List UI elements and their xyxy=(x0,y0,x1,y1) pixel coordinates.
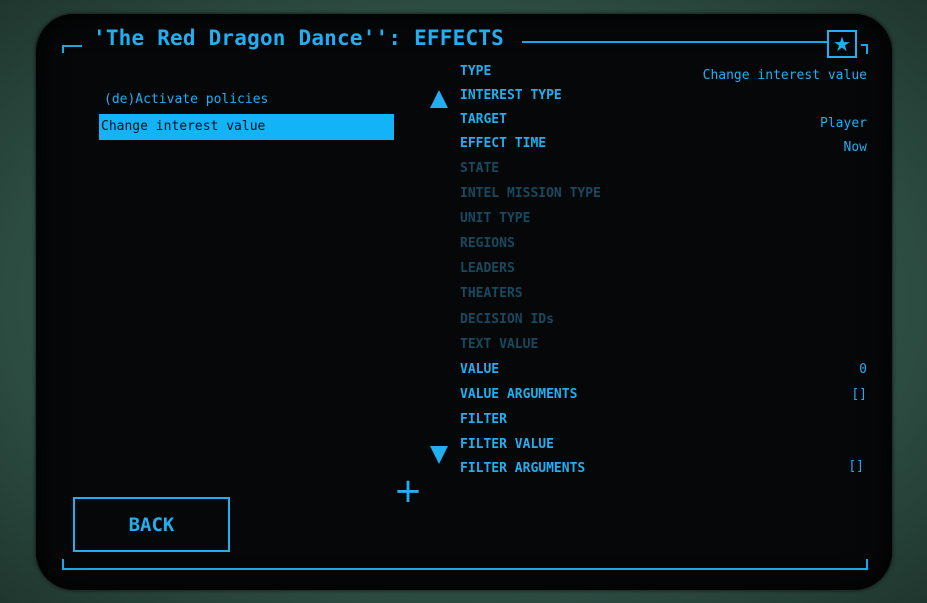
triangle-up-icon[interactable] xyxy=(430,90,448,108)
prop-value-arguments-value[interactable]: [] xyxy=(851,387,867,402)
prop-target-label[interactable]: TARGET xyxy=(460,112,507,127)
add-effect-button[interactable]: + xyxy=(393,474,423,508)
prop-regions-label: REGIONS xyxy=(460,236,515,251)
prop-text-value-label: TEXT VALUE xyxy=(460,337,539,352)
prop-filter-value-label[interactable]: FILTER VALUE xyxy=(460,437,554,452)
prop-type-value[interactable]: Change interest value xyxy=(703,68,867,83)
prop-value-label[interactable]: VALUE xyxy=(460,362,499,377)
prop-intel-mission-type-label: INTEL MISSION TYPE xyxy=(460,186,601,201)
prop-filter-arguments-value[interactable]: [] xyxy=(848,459,864,474)
prop-value-value[interactable]: 0 xyxy=(859,362,867,377)
plus-icon: + xyxy=(393,471,423,511)
frame-top-left-tick xyxy=(62,45,64,53)
prop-target-value[interactable]: Player xyxy=(820,116,867,131)
prop-unit-type-label: UNIT TYPE xyxy=(460,211,531,226)
prop-effect-time-value[interactable]: Now xyxy=(844,140,867,155)
prop-interest-type-label[interactable]: INTEREST TYPE xyxy=(460,88,562,103)
star-icon: ★ xyxy=(833,32,851,56)
policy-item-activate-policies[interactable]: (de)Activate policies xyxy=(99,87,394,113)
prop-filter-label[interactable]: FILTER xyxy=(460,412,507,427)
prop-state-label: STATE xyxy=(460,161,500,176)
frame-top-right-cap xyxy=(861,44,868,46)
page-title: 'The Red Dragon Dance'': EFFECTS xyxy=(93,26,504,50)
prop-value-arguments-label[interactable]: VALUE ARGUMENTS xyxy=(460,387,577,402)
frame-top-right-segment xyxy=(522,41,827,43)
back-button-label: BACK xyxy=(128,513,175,536)
favorite-button[interactable]: ★ xyxy=(827,30,857,58)
frame-bottom-line xyxy=(62,568,868,570)
frame-bottom-left-tick xyxy=(62,559,64,569)
back-button[interactable]: BACK xyxy=(73,497,230,552)
prop-filter-arguments-label[interactable]: FILTER ARGUMENTS xyxy=(460,461,585,476)
frame-bottom-right-tick xyxy=(866,559,868,569)
prop-theaters-label: THEATERS xyxy=(460,286,523,301)
triangle-down-icon[interactable] xyxy=(430,446,448,464)
prop-leaders-label: LEADERS xyxy=(460,261,515,276)
frame-top-left-segment xyxy=(62,45,82,47)
prop-effect-time-label[interactable]: EFFECT TIME xyxy=(460,136,546,151)
prop-type-label[interactable]: TYPE xyxy=(460,64,491,79)
policy-item-change-interest-value[interactable]: Change interest value xyxy=(99,114,394,140)
prop-decision-ids-label: DECISION IDs xyxy=(460,312,554,327)
